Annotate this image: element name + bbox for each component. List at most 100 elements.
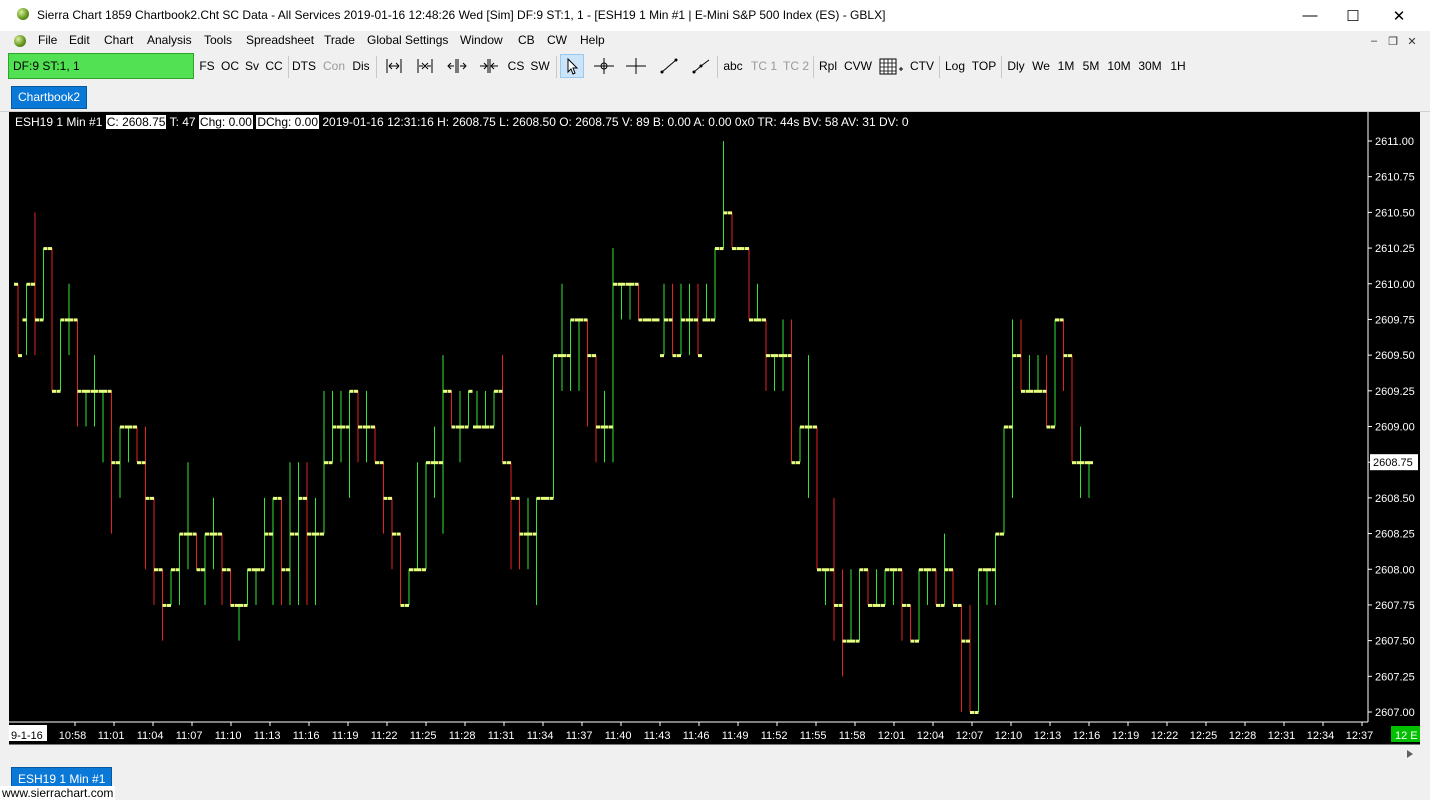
tc1-button[interactable]: TC 1 xyxy=(750,54,778,78)
mdi-close-button[interactable]: ✕ xyxy=(1405,34,1419,48)
ohlc-bar xyxy=(966,604,974,714)
bar-close-tick xyxy=(655,318,660,322)
bar-close-tick xyxy=(264,532,269,536)
con-button[interactable]: Con xyxy=(321,54,347,78)
dts-button[interactable]: DTS xyxy=(291,54,317,78)
bar-open-tick xyxy=(252,568,256,572)
maximize-button[interactable]: ☐ xyxy=(1330,0,1376,31)
mdi-minimize-button[interactable]: – xyxy=(1367,34,1381,48)
30m-button[interactable]: 30M xyxy=(1136,54,1164,78)
current-price-marker: 2608.75 xyxy=(1370,454,1418,471)
horizontal-scrollbar[interactable] xyxy=(9,744,1420,763)
ohlc-bar xyxy=(983,568,991,605)
tab-chartbook2[interactable]: Chartbook2 xyxy=(11,86,88,109)
time-tick-label: 11:22 xyxy=(371,730,398,742)
ohlc-bar xyxy=(974,568,983,714)
top-button[interactable]: TOP xyxy=(970,54,998,78)
bar-close-tick xyxy=(885,568,889,572)
log-scale-button[interactable]: Log xyxy=(943,54,967,78)
menu-edit[interactable]: Edit xyxy=(69,33,90,47)
cvw-button[interactable]: CVW xyxy=(843,54,873,78)
bar-close-tick xyxy=(35,318,39,322)
1m-button[interactable]: 1M xyxy=(1055,54,1077,78)
bar-open-tick xyxy=(422,568,426,572)
close-button[interactable]: ✕ xyxy=(1376,0,1422,31)
spreadsheet-add-icon[interactable] xyxy=(877,54,905,78)
weekly-button[interactable]: We xyxy=(1030,54,1052,78)
sv-button[interactable]: Sv xyxy=(243,54,261,78)
time-tick-label: 12:37 xyxy=(1346,730,1374,742)
mdi-restore-button[interactable]: ❐ xyxy=(1386,34,1400,48)
bar-open-tick xyxy=(609,425,613,429)
daily-button[interactable]: Dly xyxy=(1005,54,1027,78)
data-feed-status[interactable]: DF:9 ST:1, 1 xyxy=(8,53,194,79)
fs-button[interactable]: FS xyxy=(198,54,216,78)
zoom-contract-icon[interactable] xyxy=(413,54,437,78)
bar-open-tick xyxy=(124,425,129,429)
replay-button[interactable]: Rpl xyxy=(817,54,839,78)
menu-cb[interactable]: CB xyxy=(518,33,535,47)
menu-help[interactable]: Help xyxy=(580,33,605,47)
crosshair-icon[interactable] xyxy=(592,54,616,78)
1h-button[interactable]: 1H xyxy=(1167,54,1189,78)
menu-file[interactable]: File xyxy=(38,33,57,47)
ohlc-bar xyxy=(422,461,430,572)
menu-window[interactable]: Window xyxy=(460,33,503,47)
bar-close-tick xyxy=(876,603,881,607)
ohlc-bar xyxy=(405,568,413,607)
line-tool-icon[interactable] xyxy=(657,54,681,78)
scroll-left-icon[interactable] xyxy=(445,54,469,78)
scroll-right-icon[interactable] xyxy=(477,54,501,78)
status-bar-url: www.sierrachart.com xyxy=(0,786,116,800)
bar-close-tick xyxy=(213,532,218,536)
ohlc-bar xyxy=(184,462,192,570)
tc2-button[interactable]: TC 2 xyxy=(782,54,810,78)
ohlc-bar xyxy=(685,283,694,356)
menu-spreadsheet[interactable]: Spreadsheet xyxy=(246,33,314,47)
menu-analysis[interactable]: Analysis xyxy=(147,33,192,47)
oc-button[interactable]: OC xyxy=(219,54,241,78)
bar-open-tick xyxy=(388,496,392,500)
ohlc-bar xyxy=(320,390,328,536)
bar-close-tick xyxy=(137,461,141,465)
sw-button[interactable]: SW xyxy=(528,54,552,78)
menu-trade[interactable]: Trade xyxy=(324,33,355,47)
cs-button[interactable]: CS xyxy=(505,54,527,78)
bar-close-tick xyxy=(995,532,1000,536)
ohlc-bar xyxy=(116,425,124,498)
price-tick-label: 2609.75 xyxy=(1375,314,1415,326)
price-tick-label: 2607.00 xyxy=(1375,707,1415,719)
menu-tools[interactable]: Tools xyxy=(204,33,232,47)
cc-button[interactable]: CC xyxy=(263,54,285,78)
bar-open-tick xyxy=(855,639,860,643)
bar-open-tick xyxy=(90,389,95,393)
ray-tool-icon[interactable] xyxy=(689,54,713,78)
bar-close-tick xyxy=(672,354,677,358)
minimize-button[interactable]: — xyxy=(1287,0,1333,31)
time-tick-label: 12:34 xyxy=(1307,730,1335,742)
bar-open-tick xyxy=(345,425,350,429)
5m-button[interactable]: 5M xyxy=(1080,54,1102,78)
cursor-values-icon[interactable] xyxy=(624,54,648,78)
10m-button[interactable]: 10M xyxy=(1105,54,1133,78)
bar-close-tick xyxy=(749,318,753,322)
pointer-icon[interactable] xyxy=(560,54,584,78)
document-icon[interactable] xyxy=(14,35,26,47)
bar-open-tick xyxy=(736,247,741,251)
time-tick-label: 11:10 xyxy=(215,730,242,742)
bar-close-tick xyxy=(681,318,685,322)
price-chart[interactable]: 2611.00 2610.75 2610.50 2610.25 2610.00 2609.… xyxy=(9,112,1420,744)
ohlc-bar xyxy=(260,497,269,572)
menu-global-settings[interactable]: Global Settings xyxy=(367,33,448,47)
bar-close-tick xyxy=(111,461,116,465)
chart-area[interactable]: 2611.00 2610.75 2610.50 2610.25 2610.00 2609.… xyxy=(9,112,1420,744)
window-title: Sierra Chart 1859 Chartbook2.Cht SC Data… xyxy=(37,8,886,22)
dis-button[interactable]: Dis xyxy=(350,54,372,78)
zoom-expand-icon[interactable] xyxy=(382,54,406,78)
text-tool-button[interactable]: abc xyxy=(721,54,745,78)
ohlc-bar xyxy=(286,462,294,605)
menu-chart[interactable]: Chart xyxy=(104,33,133,47)
bar-open-tick xyxy=(235,603,239,607)
menu-cw[interactable]: CW xyxy=(547,33,567,47)
ctv-button[interactable]: CTV xyxy=(908,54,936,78)
